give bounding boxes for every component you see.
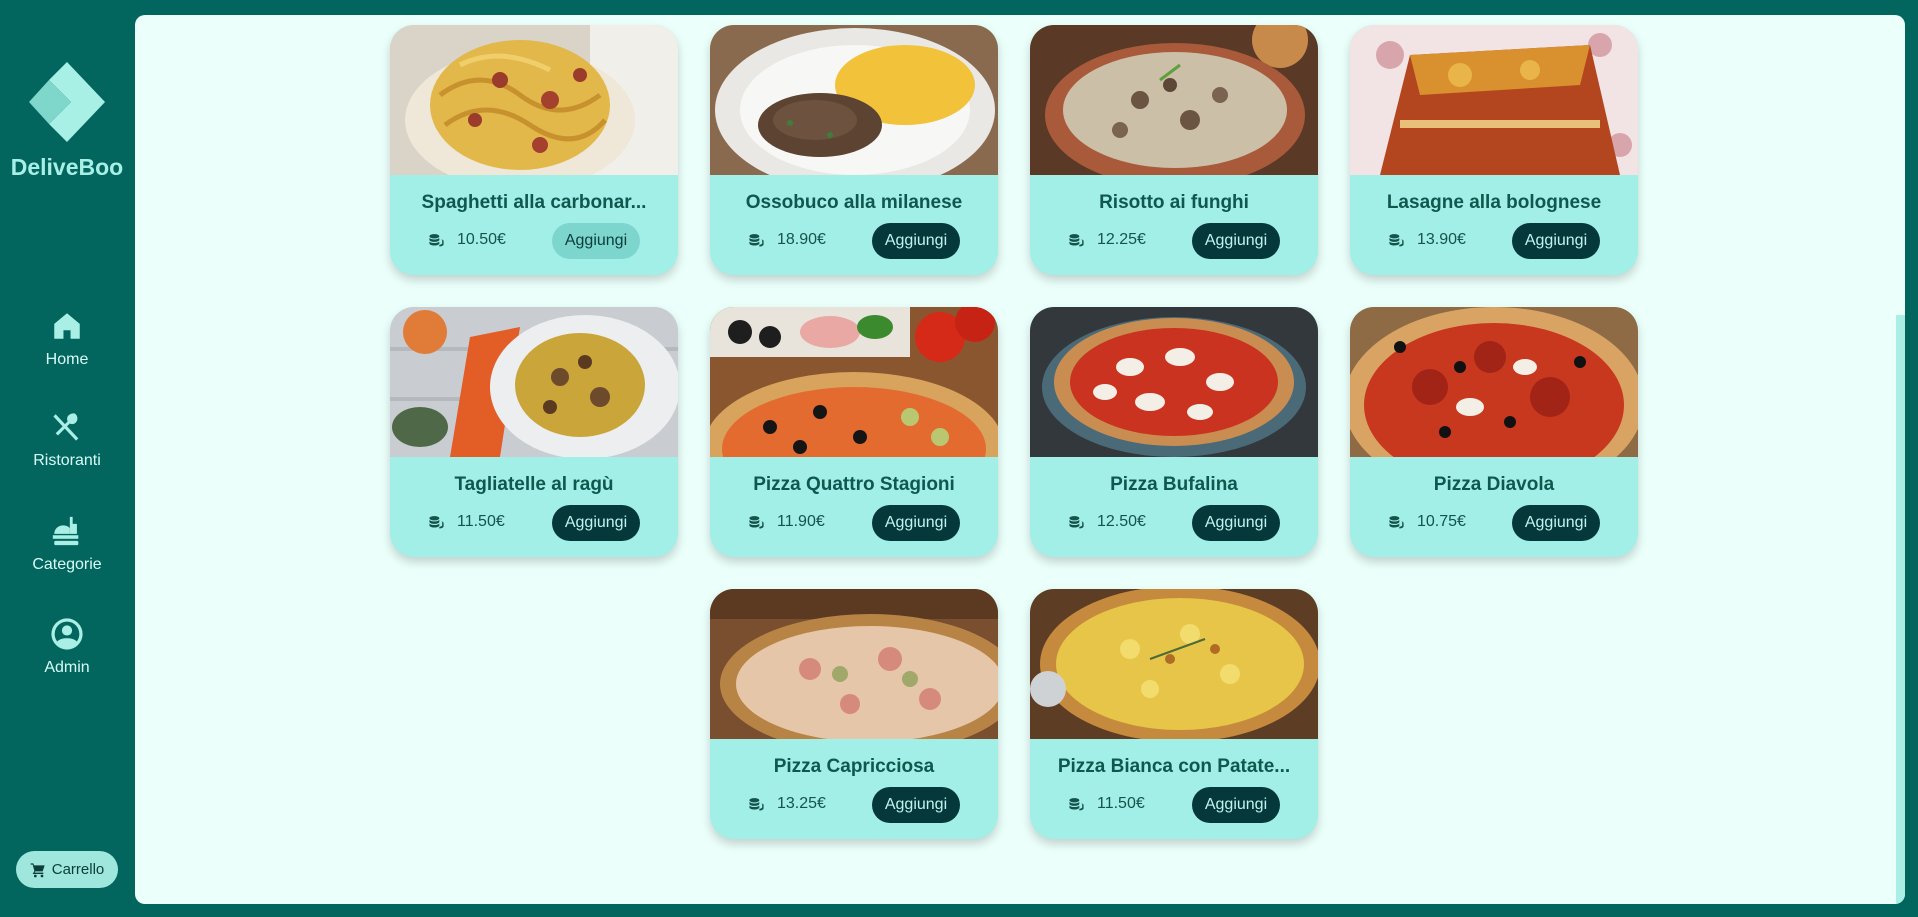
price-value: 12.25€ [1097, 231, 1146, 248]
product-card: Pizza Bianca con Patate... 11.50€ Aggiun… [1030, 589, 1318, 839]
price-value: 18.90€ [777, 231, 826, 248]
nav-label-ristoranti: Ristoranti [33, 452, 101, 469]
nav-item-admin[interactable]: Admin [0, 617, 134, 677]
nav-item-ristoranti[interactable]: Ristoranti [0, 410, 134, 470]
fork-knife-icon [53, 413, 79, 441]
product-card: Tagliatelle al ragù 11.50€ Aggiungi [390, 307, 678, 557]
pizza-capricciosa-image [710, 589, 998, 739]
product-price: 10.50€ [428, 231, 506, 249]
product-card: Pizza Quattro Stagioni 11.90€ Aggiungi [710, 307, 998, 557]
nav-label-categorie: Categorie [32, 556, 102, 573]
pizza-quattro-stagioni-image [710, 307, 998, 457]
coins-icon [1389, 515, 1404, 529]
product-name: Pizza Capricciosa [773, 756, 935, 777]
price-value: 10.75€ [1417, 513, 1466, 530]
brand-logo[interactable]: DeliveBoo [0, 60, 134, 181]
product-card: Pizza Diavola 10.75€ Aggiungi [1350, 307, 1638, 557]
logo-diamond-icon [29, 62, 105, 142]
price-value: 11.50€ [1097, 795, 1145, 812]
product-name: Risotto ai funghi [1099, 192, 1249, 213]
product-name: Lasagne alla bolognese [1386, 192, 1602, 213]
product-price: 13.25€ [748, 795, 826, 813]
product-price: 13.90€ [1388, 231, 1466, 249]
coins-icon [1069, 515, 1084, 529]
home-icon [54, 313, 80, 339]
product-card: Pizza Bufalina 12.50€ Aggiungi [1030, 307, 1318, 557]
spaghetti-carbonara-image [390, 25, 678, 175]
product-name: Pizza Diavola [1433, 474, 1555, 495]
cart-label: Carrello [51, 861, 105, 878]
add-to-cart-button[interactable]: Aggiungi [552, 223, 640, 259]
product-name: Tagliatelle al ragù [454, 474, 614, 495]
product-name: Pizza Quattro Stagioni [753, 474, 955, 495]
add-to-cart-button[interactable]: Aggiungi [1512, 223, 1600, 259]
product-price: 18.90€ [748, 231, 826, 249]
user-circle-icon [51, 618, 83, 650]
price-value: 13.25€ [777, 795, 826, 812]
product-price: 12.25€ [1068, 231, 1146, 249]
product-price: 12.50€ [1068, 513, 1146, 531]
nav-label-admin: Admin [44, 659, 90, 676]
price-value: 12.50€ [1097, 513, 1146, 530]
pizza-diavola-image [1350, 307, 1638, 457]
lasagne-image [1350, 25, 1638, 175]
coins-icon [1389, 233, 1404, 247]
tagliatelle-image [390, 307, 678, 457]
price-value: 11.90€ [777, 513, 825, 530]
pizza-bufalina-image [1030, 307, 1318, 457]
add-to-cart-button[interactable]: Aggiungi [1512, 505, 1600, 541]
cart-icon [30, 862, 45, 877]
product-name: Pizza Bufalina [1110, 474, 1238, 495]
product-card: Lasagne alla bolognese 13.90€ Aggiungi [1350, 25, 1638, 275]
cart-button[interactable]: Carrello [16, 851, 118, 888]
product-card: Spaghetti alla carbonar... 10.50€ Aggiun… [390, 25, 678, 275]
nav-item-categorie[interactable]: Categorie [0, 514, 134, 574]
product-name: Ossobuco alla milanese [745, 192, 963, 213]
product-card: Ossobuco alla milanese 18.90€ Aggiungi [710, 25, 998, 275]
product-name: Spaghetti alla carbonar... [421, 192, 647, 213]
risotto-image [1030, 25, 1318, 175]
add-to-cart-button[interactable]: Aggiungi [552, 505, 640, 541]
food-category-icon [52, 516, 79, 546]
nav-item-home[interactable]: Home [0, 309, 134, 369]
coins-icon [749, 797, 764, 811]
pizza-bianca-patate-image [1030, 589, 1318, 739]
add-to-cart-button[interactable]: Aggiungi [1192, 223, 1280, 259]
coins-icon [749, 233, 764, 247]
product-price: 11.50€ [1068, 795, 1145, 813]
product-price: 10.75€ [1388, 513, 1466, 531]
add-to-cart-button[interactable]: Aggiungi [1192, 505, 1280, 541]
main-content: Spaghetti alla carbonar... 10.50€ Aggiun… [135, 15, 1905, 904]
product-price: 11.50€ [428, 513, 505, 531]
price-value: 10.50€ [457, 231, 506, 248]
add-to-cart-button[interactable]: Aggiungi [872, 505, 960, 541]
scrollbar[interactable] [1896, 315, 1905, 904]
product-card: Pizza Capricciosa 13.25€ Aggiungi [710, 589, 998, 839]
coins-icon [749, 515, 764, 529]
add-to-cart-button[interactable]: Aggiungi [872, 787, 960, 823]
coins-icon [429, 233, 444, 247]
brand-name: DeliveBoo [10, 154, 124, 180]
coins-icon [1069, 233, 1084, 247]
coins-icon [1069, 797, 1084, 811]
add-to-cart-button[interactable]: Aggiungi [872, 223, 960, 259]
add-to-cart-button[interactable]: Aggiungi [1192, 787, 1280, 823]
product-name: Pizza Bianca con Patate... [1057, 756, 1291, 777]
nav-label-home: Home [45, 351, 89, 368]
coins-icon [429, 515, 444, 529]
product-card: Risotto ai funghi 12.25€ Aggiungi [1030, 25, 1318, 275]
sidebar: DeliveBoo Home Ristoranti Categorie Admi… [0, 0, 134, 917]
ossobuco-image [710, 25, 998, 175]
price-value: 11.50€ [457, 513, 505, 530]
product-price: 11.90€ [748, 513, 825, 531]
price-value: 13.90€ [1417, 231, 1466, 248]
